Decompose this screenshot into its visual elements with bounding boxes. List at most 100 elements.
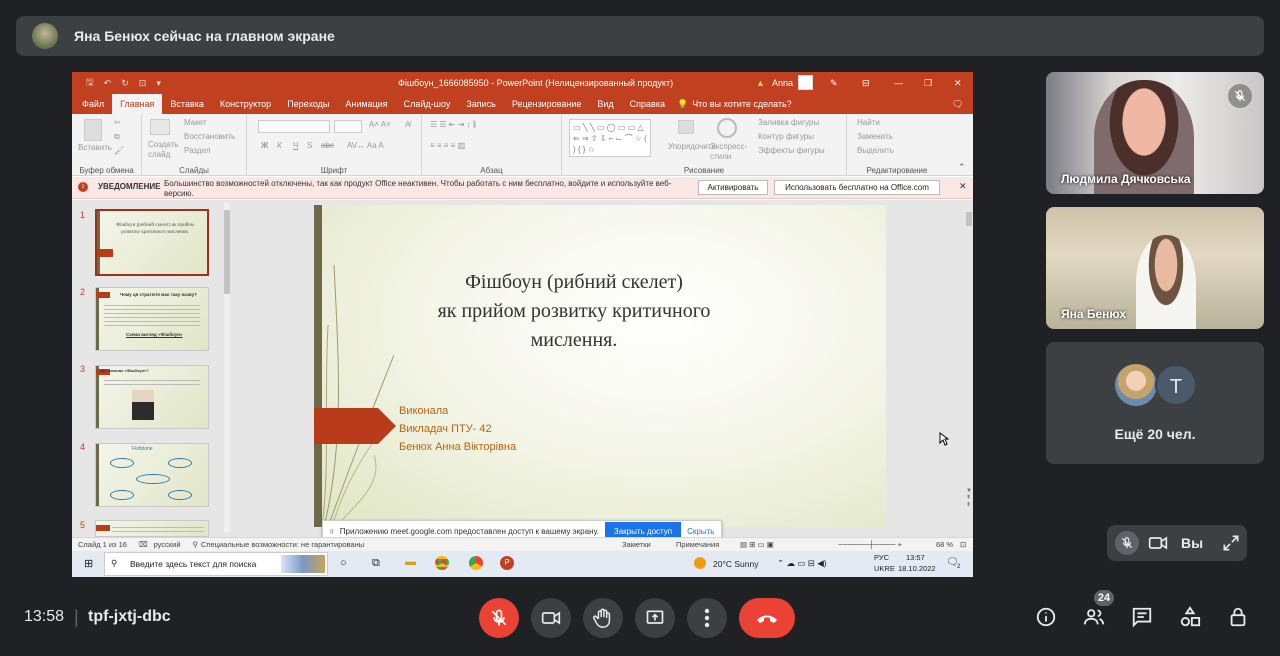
slide-thumbnail-4[interactable]: Fishbone bbox=[95, 443, 209, 507]
tab-view[interactable]: Вид bbox=[589, 94, 621, 114]
new-slide-icon[interactable] bbox=[150, 119, 170, 135]
zoom-slider[interactable]: −─────┼──── + bbox=[838, 540, 902, 549]
undo-icon[interactable]: ↶ bbox=[104, 78, 112, 89]
shapes-gallery[interactable]: ▭ ╲ ╲ ▭ ◯ ▭ ▭ △ ⇐ ⇒ ⇧ ⇩ ⌐ ⌙ ⌒ ☆ ( ) { } … bbox=[569, 119, 651, 157]
from-beginning-icon[interactable]: ⊡ bbox=[139, 78, 147, 89]
self-mic-off-icon[interactable] bbox=[1115, 531, 1139, 555]
leave-call-button[interactable] bbox=[739, 598, 795, 638]
underline-button[interactable]: Ч bbox=[293, 141, 298, 150]
expand-icon[interactable] bbox=[1221, 533, 1241, 558]
camera-toggle-button[interactable] bbox=[531, 598, 571, 638]
slide-thumbnail-3[interactable]: Що означає «Фішбоун»? bbox=[95, 365, 209, 429]
quick-styles-icon[interactable] bbox=[717, 118, 737, 138]
close-icon[interactable]: ✕ bbox=[954, 78, 962, 89]
tab-record[interactable]: Запись bbox=[458, 94, 504, 114]
format-painter-icon[interactable]: 🖌 bbox=[114, 146, 124, 155]
tab-transitions[interactable]: Переходы bbox=[279, 94, 337, 114]
designer-icon[interactable]: ✎ bbox=[830, 78, 838, 89]
tab-design[interactable]: Конструктор bbox=[212, 94, 279, 114]
taskbar-date[interactable]: 18.10.2022 bbox=[898, 564, 936, 573]
raise-hand-button[interactable] bbox=[583, 598, 623, 638]
comments-icon[interactable]: 🗨 bbox=[952, 99, 963, 110]
minimize-icon[interactable]: — bbox=[894, 78, 903, 88]
tab-slideshow[interactable]: Слайд-шоу bbox=[396, 94, 459, 114]
tab-help[interactable]: Справка bbox=[622, 94, 673, 114]
slide-scrollbar[interactable]: ▼ ⇞ ⇟ bbox=[965, 200, 973, 537]
customize-qat-icon[interactable]: ▾ bbox=[156, 78, 161, 89]
shadow-button[interactable]: S bbox=[307, 141, 312, 150]
reset-button[interactable]: Восстановить bbox=[184, 132, 235, 141]
tell-me-search[interactable]: Что вы хотите сделать? bbox=[692, 99, 792, 109]
language-label[interactable]: русский bbox=[154, 540, 181, 549]
replace-button[interactable]: Заменить bbox=[857, 132, 893, 141]
find-button[interactable]: Найти bbox=[857, 118, 880, 127]
meeting-details-button[interactable] bbox=[1032, 603, 1060, 631]
user-avatar[interactable] bbox=[798, 75, 813, 90]
collapse-ribbon-icon[interactable]: ⌃ bbox=[958, 162, 966, 173]
shape-fill-button[interactable]: Заливка фигуры bbox=[758, 118, 819, 127]
tab-review[interactable]: Рецензирование bbox=[504, 94, 590, 114]
more-options-button[interactable] bbox=[687, 598, 727, 638]
copy-icon[interactable]: ⧉ bbox=[114, 132, 120, 142]
drag-handle-icon[interactable]: ॥ bbox=[329, 526, 334, 537]
view-buttons-icon[interactable]: ▤ ⊞ ▭ ▣ bbox=[740, 540, 774, 549]
taskbar-time[interactable]: 13:57 bbox=[906, 553, 925, 562]
powerpoint-icon[interactable]: P bbox=[500, 556, 514, 570]
ribbon-display-icon[interactable]: ⊟ bbox=[862, 78, 870, 89]
new-slide-label[interactable]: Создать слайд bbox=[148, 140, 182, 160]
current-slide[interactable]: Фішбоун (рибний скелет) як прийом розвит… bbox=[314, 205, 886, 527]
people-button[interactable] bbox=[1080, 603, 1108, 631]
arrange-icon[interactable] bbox=[678, 120, 694, 134]
arrange-label[interactable]: Упорядочить bbox=[668, 142, 716, 151]
hide-button[interactable]: Скрыть bbox=[687, 527, 714, 536]
lang-indicator-1[interactable]: РУС bbox=[874, 553, 889, 562]
align-icon[interactable]: ≡ ≡ ≡ ≡ ▥ bbox=[430, 141, 465, 150]
layout-button[interactable]: Макет bbox=[184, 118, 207, 127]
task-view-icon[interactable]: ⧉ bbox=[372, 557, 380, 570]
save-icon[interactable]: 🖫 bbox=[86, 75, 94, 91]
tab-animations[interactable]: Анимация bbox=[337, 94, 395, 114]
accessibility-label[interactable]: Специальные возможности: не гарантирован… bbox=[201, 540, 364, 549]
use-free-button[interactable]: Использовать бесплатно на Office.com bbox=[774, 180, 940, 195]
file-explorer-icon[interactable]: ▬ bbox=[405, 556, 416, 568]
redo-icon[interactable]: ↻ bbox=[121, 78, 129, 89]
slide-thumbnail-2[interactable]: Чому ця стратегія має таку назву? Схема … bbox=[95, 287, 209, 351]
cut-icon[interactable]: ✂ bbox=[114, 118, 121, 127]
present-button[interactable] bbox=[635, 598, 675, 638]
tab-file[interactable]: Файл bbox=[74, 94, 112, 114]
activities-button[interactable] bbox=[1176, 603, 1204, 631]
thumbs-scrollbar[interactable] bbox=[224, 202, 230, 532]
tray-icons[interactable]: ⌃ ☁ ▭ ⊟ ◀) bbox=[777, 558, 827, 569]
chrome-icon[interactable] bbox=[435, 556, 449, 570]
mic-toggle-button[interactable] bbox=[479, 598, 519, 638]
paste-label[interactable]: Вставить bbox=[78, 143, 112, 152]
slide-thumbnail-5[interactable] bbox=[95, 520, 209, 537]
self-camera-off-icon[interactable] bbox=[1147, 533, 1169, 558]
lang-indicator-2[interactable]: UKRE bbox=[874, 564, 895, 573]
spellcheck-icon[interactable]: ⌧ bbox=[139, 540, 148, 549]
paste-icon[interactable] bbox=[84, 119, 102, 141]
host-controls-button[interactable] bbox=[1224, 603, 1252, 631]
activate-button[interactable]: Активировать bbox=[698, 180, 768, 195]
notice-close-icon[interactable]: ✕ bbox=[959, 181, 967, 192]
shape-outline-button[interactable]: Контур фигуры bbox=[758, 132, 814, 141]
section-button[interactable]: Раздел bbox=[184, 146, 210, 155]
bold-button[interactable]: Ж bbox=[261, 141, 268, 150]
notes-button[interactable]: Заметки bbox=[622, 540, 651, 549]
slide-thumbnail-1[interactable]: Фішбоун (рибний скелет) як прийом розвит… bbox=[95, 209, 209, 276]
cortana-icon[interactable]: ○ bbox=[340, 557, 347, 569]
scroll-arrows-icon[interactable]: ▼ ⇞ ⇟ bbox=[966, 488, 972, 508]
font-color-icon[interactable]: AV↔ Aa A bbox=[347, 141, 384, 150]
tab-home[interactable]: Главная bbox=[112, 94, 163, 114]
fit-slide-icon[interactable]: ⊡ bbox=[960, 540, 966, 549]
more-participants-tile[interactable]: Т Ещё 20 чел. bbox=[1046, 342, 1264, 464]
chat-button[interactable] bbox=[1128, 603, 1156, 631]
select-button[interactable]: Выделить bbox=[857, 146, 894, 155]
comments-button[interactable]: Примечания bbox=[676, 540, 719, 549]
zoom-level[interactable]: 68 % bbox=[936, 540, 953, 549]
font-name-select[interactable] bbox=[258, 120, 330, 133]
weather-text[interactable]: 20°C Sunny bbox=[713, 559, 758, 569]
strikethrough-button[interactable]: abc bbox=[321, 141, 334, 150]
windows-start-icon[interactable]: ⊞ bbox=[84, 557, 93, 570]
bullets-icon[interactable]: ☰ ☰ ⇤ ⇥ ↕ ⫼ bbox=[430, 120, 477, 130]
